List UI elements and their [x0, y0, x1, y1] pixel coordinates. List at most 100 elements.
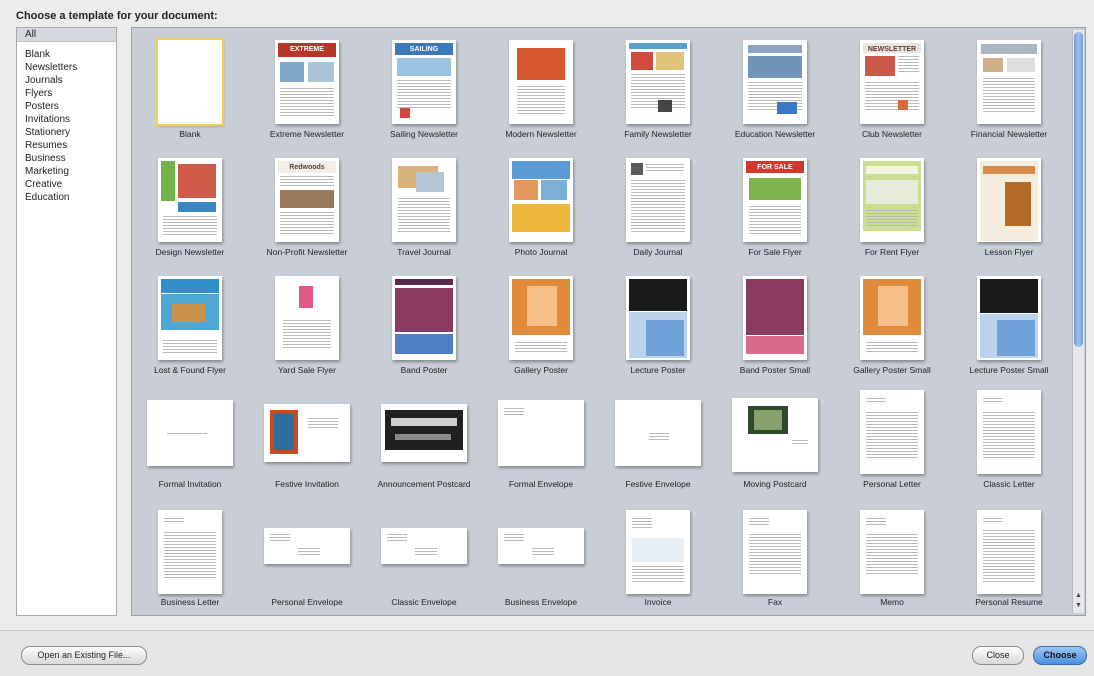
template-announcement-postcard[interactable]: Announcement Postcard — [366, 384, 482, 500]
fax-icon — [743, 510, 807, 594]
scroll-up-arrow-icon[interactable]: ▲ — [1073, 591, 1084, 600]
template-education-newsletter[interactable]: Education Newsletter — [717, 28, 833, 144]
template-fax[interactable]: Fax — [717, 498, 833, 614]
template-label: Classic Envelope — [391, 597, 457, 607]
template-modern-newsletter[interactable]: Modern Newsletter — [483, 28, 599, 144]
newsletter-icon: SAILING — [392, 40, 456, 124]
template-financial-newsletter[interactable]: Financial Newsletter — [951, 28, 1067, 144]
template-family-newsletter[interactable]: Family Newsletter — [600, 28, 716, 144]
template-daily-journal[interactable]: Daily Journal — [600, 146, 716, 262]
vertical-scrollbar[interactable]: ▲ ▼ — [1072, 30, 1084, 613]
template-label: Lecture Poster — [630, 365, 686, 375]
blank-page-icon — [156, 38, 224, 126]
template-photo-journal[interactable]: Photo Journal — [483, 146, 599, 262]
template-for-rent-flyer[interactable]: For Rent Flyer — [834, 146, 950, 262]
template-travel-journal[interactable]: Travel Journal — [366, 146, 482, 262]
template-formal-invitation[interactable]: Formal Invitation — [132, 384, 248, 500]
template-label: Lesson Flyer — [984, 247, 1034, 257]
template-label: Band Poster Small — [739, 365, 811, 375]
template-label: For Sale Flyer — [748, 247, 802, 257]
newsletter-icon — [509, 40, 573, 124]
memo-icon — [860, 510, 924, 594]
template-lecture-poster-small[interactable]: Lecture Poster Small — [951, 264, 1067, 380]
newsletter-icon: Redwoods — [275, 158, 339, 242]
template-label: Band Poster — [400, 365, 448, 375]
template-memo[interactable]: Memo — [834, 498, 950, 614]
envelope-icon — [498, 400, 584, 466]
envelope-icon — [381, 528, 467, 564]
template-moving-postcard[interactable]: Moving Postcard — [717, 384, 833, 500]
poster-icon — [392, 276, 456, 360]
template-gallery-poster-small[interactable]: Gallery Poster Small — [834, 264, 950, 380]
category-marketing[interactable]: Marketing — [17, 165, 116, 178]
template-lost-found-flyer[interactable]: Lost & Found Flyer — [132, 264, 248, 380]
template-personal-envelope[interactable]: Personal Envelope — [249, 498, 365, 614]
template-club-newsletter[interactable]: NEWSLETTER Club Newsletter — [834, 28, 950, 144]
template-label: Fax — [767, 597, 783, 607]
category-blank[interactable]: Blank — [17, 48, 116, 61]
envelope-icon — [615, 400, 701, 466]
template-banner-text: Redwoods — [289, 164, 325, 171]
template-label: Non-Profit Newsletter — [266, 247, 348, 257]
template-non-profit-newsletter[interactable]: Redwoods Non-Profit Newsletter — [249, 146, 365, 262]
template-label: For Rent Flyer — [864, 247, 920, 257]
template-label: Personal Letter — [863, 479, 921, 489]
choose-button[interactable]: Choose — [1033, 646, 1087, 665]
letter-icon — [158, 510, 222, 594]
template-banner-text: SAILING — [409, 46, 439, 53]
category-creative[interactable]: Creative — [17, 178, 116, 191]
resume-icon — [977, 510, 1041, 594]
template-personal-resume[interactable]: Personal Resume — [951, 498, 1067, 614]
newsletter-icon — [158, 158, 222, 242]
template-extreme-newsletter[interactable]: EXTREME Extreme Newsletter — [249, 28, 365, 144]
category-stationery[interactable]: Stationery — [17, 126, 116, 139]
category-invitations[interactable]: Invitations — [17, 113, 116, 126]
template-grid[interactable]: Blank EXTREME Extreme Newsletter SAILING Sai… — [131, 27, 1086, 616]
category-resumes[interactable]: Resumes — [17, 139, 116, 152]
category-newsletters[interactable]: Newsletters — [17, 61, 116, 74]
envelope-icon — [498, 528, 584, 564]
scrollbar-thumb[interactable] — [1074, 32, 1083, 347]
template-lecture-poster[interactable]: Lecture Poster — [600, 264, 716, 380]
template-lesson-flyer[interactable]: Lesson Flyer — [951, 146, 1067, 262]
template-personal-letter[interactable]: Personal Letter — [834, 384, 950, 500]
category-list[interactable]: All Blank Newsletters Journals Flyers Po… — [16, 27, 117, 616]
category-posters[interactable]: Posters — [17, 100, 116, 113]
scroll-down-arrow-icon[interactable]: ▼ — [1073, 601, 1084, 610]
template-business-envelope[interactable]: Business Envelope — [483, 498, 599, 614]
template-label: Daily Journal — [633, 247, 683, 257]
close-button[interactable]: Close — [972, 646, 1024, 665]
template-formal-envelope[interactable]: Formal Envelope — [483, 384, 599, 500]
flyer-icon — [860, 158, 924, 242]
template-festive-invitation[interactable]: Festive Invitation — [249, 384, 365, 500]
category-journals[interactable]: Journals — [17, 74, 116, 87]
template-band-poster[interactable]: Band Poster — [366, 264, 482, 380]
journal-icon — [626, 158, 690, 242]
template-label: Family Newsletter — [624, 129, 692, 139]
invitation-icon — [264, 404, 350, 462]
template-blank[interactable]: Blank — [132, 28, 248, 144]
category-flyers[interactable]: Flyers — [17, 87, 116, 100]
template-invoice[interactable]: Invoice — [600, 498, 716, 614]
template-classic-letter[interactable]: Classic Letter — [951, 384, 1067, 500]
open-existing-file-button[interactable]: Open an Existing File... — [21, 646, 147, 665]
template-label: Blank — [179, 129, 201, 139]
template-label: Gallery Poster — [514, 365, 568, 375]
template-for-sale-flyer[interactable]: FOR SALE For Sale Flyer — [717, 146, 833, 262]
category-all[interactable]: All — [17, 28, 116, 42]
template-gallery-poster[interactable]: Gallery Poster — [483, 264, 599, 380]
template-classic-envelope[interactable]: Classic Envelope — [366, 498, 482, 614]
template-band-poster-small[interactable]: Band Poster Small — [717, 264, 833, 380]
template-business-letter[interactable]: Business Letter — [132, 498, 248, 614]
poster-icon — [509, 276, 573, 360]
letter-icon — [860, 390, 924, 474]
template-festive-envelope[interactable]: Festive Envelope — [600, 384, 716, 500]
template-sailing-newsletter[interactable]: SAILING Sailing Newsletter — [366, 28, 482, 144]
template-design-newsletter[interactable]: Design Newsletter — [132, 146, 248, 262]
template-label: Sailing Newsletter — [389, 129, 459, 139]
category-education[interactable]: Education — [17, 191, 116, 204]
template-banner-text: EXTREME — [290, 46, 324, 53]
template-label: Lost & Found Flyer — [154, 365, 226, 375]
category-business[interactable]: Business — [17, 152, 116, 165]
template-yard-sale-flyer[interactable]: Yard Sale Flyer — [249, 264, 365, 380]
